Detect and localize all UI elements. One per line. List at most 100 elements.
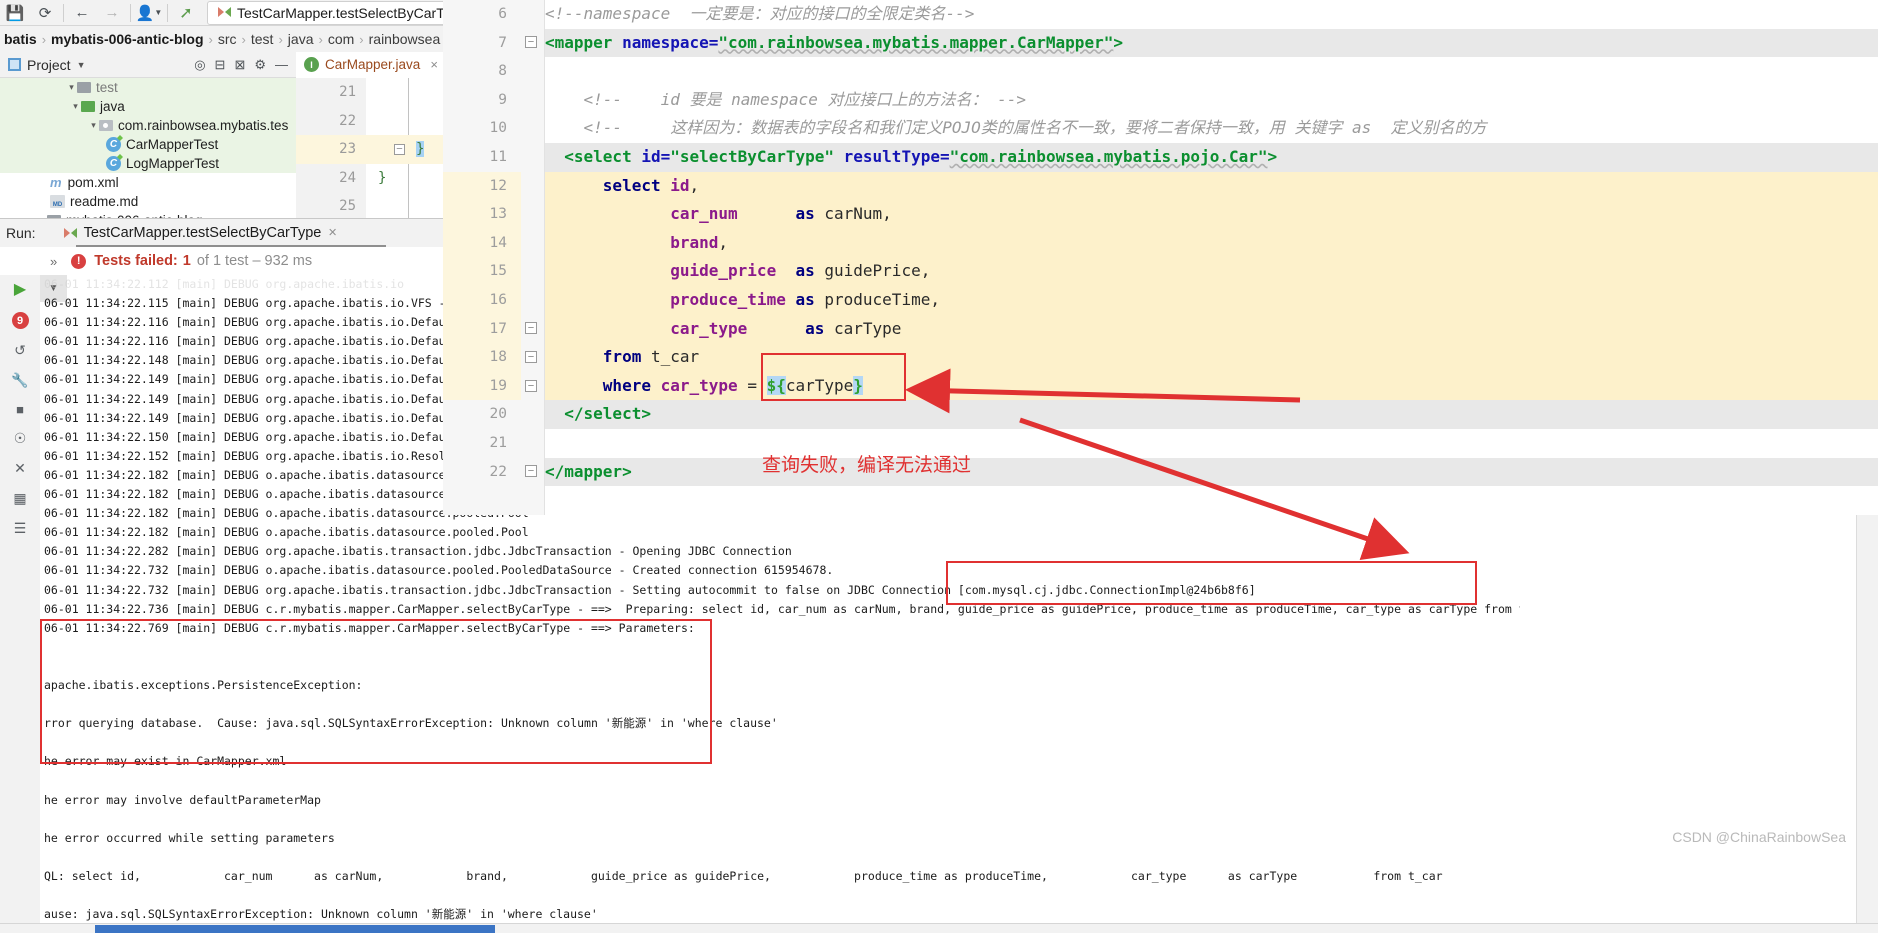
fold-marker-icon[interactable]: – [394,144,405,155]
user-icon[interactable]: 👤▼ [134,1,164,25]
xml-attribute: namespace= [622,33,718,52]
pin-icon[interactable]: ☰ [14,520,27,537]
ide-window: 💾 ⟳ ← → 👤▼ ➚ TestCarMapper.testSelectByC… [0,0,1878,933]
collapse-all-icon[interactable]: ⊠ [234,57,245,73]
fold-marker-icon[interactable]: – [525,465,537,477]
toolbar-divider-2 [130,4,131,22]
close-icon[interactable]: × [430,57,438,72]
markdown-icon: MD [50,195,65,208]
grid-icon[interactable]: ▦ [13,490,26,507]
rerun-icon[interactable]: ▶ [14,279,26,299]
tree-item-logmappertest[interactable]: C LogMapperTest [0,154,296,173]
update-icon[interactable]: ➚ [171,1,201,25]
expand-icon[interactable]: » [0,254,57,269]
folder-icon [77,82,91,93]
code-line-17: car_type as carType [545,315,1878,344]
line-number: 22 [443,458,521,487]
run-configuration-selector[interactable]: TestCarMapper.testSelectByCarType [207,1,478,25]
breadcrumb-item-0[interactable]: batis [0,31,41,47]
status-bar [0,923,1878,933]
breadcrumb-item-3[interactable]: test [247,31,278,47]
back-arrow-icon[interactable]: ← [67,1,97,25]
breadcrumb-item-6[interactable]: rainbowsea [365,31,445,47]
xml-editor-code[interactable]: <!--namespace 一定要是：对应的接口的全限定类名--> <mappe… [545,0,1878,515]
breadcrumb-item-4[interactable]: java [284,31,318,47]
project-icon [8,58,21,71]
java-class-icon: C [106,137,121,152]
run-configuration-label: TestCarMapper.testSelectByCarType [237,5,467,21]
line-number: 22 [296,107,366,136]
tree-item-test[interactable]: ▾ test [0,78,296,97]
code-line-14: brand, [545,229,1878,258]
chevron-down-icon[interactable]: ▼ [77,60,86,70]
console-spacer [44,771,1520,790]
tree-label: LogMapperTest [126,156,219,171]
progress-bar [95,925,495,933]
breadcrumb-item-1[interactable]: mybatis-006-antic-blog [47,31,207,47]
tree-item-java[interactable]: ▾ java [0,97,296,116]
xml-fold-column[interactable]: – – – – – [521,0,545,515]
code-line-18: from t_car [545,343,1878,372]
close-icon[interactable]: ✕ [14,460,26,477]
tree-item-package[interactable]: ▾ com.rainbowsea.mybatis.tes [0,116,296,135]
console-spacer [44,810,1520,829]
tree-item-readme[interactable]: MD readme.md [0,192,296,211]
xml-tag-close: > [1113,33,1123,52]
chevron-down-icon[interactable]: ▾ [88,120,99,131]
refresh-icon[interactable]: ⟳ [30,1,60,25]
fold-marker-icon[interactable]: – [525,380,537,392]
forward-arrow-icon[interactable]: → [97,1,127,25]
breadcrumb-item-5[interactable]: com [324,31,358,47]
code-line-8 [545,57,1878,86]
tree-item-module[interactable]: ▾ mybatis-006-antic-blog [0,211,296,218]
fold-marker-icon[interactable]: – [525,351,537,363]
line-number: 23 [296,135,366,164]
hide-panel-icon[interactable]: — [275,57,288,72]
line-number: 9 [443,86,521,115]
java-class-icon: C [106,156,121,171]
xml-editor[interactable]: 6 7 8 9 10 11 12 13 14 15 16 17 18 19 20… [443,0,1878,515]
run-tab[interactable]: TestCarMapper.testSelectByCarType × [64,225,337,241]
chevron-down-icon[interactable]: ▾ [66,82,77,93]
xml-attribute-value: "com.rainbowsea.mybatis.mapper.CarMapper… [718,33,1113,52]
stop-icon[interactable]: ■ [16,402,24,417]
tree-label: test [96,80,118,95]
code-line-13: car_num as carNum, [545,200,1878,229]
tab-carmapper-java[interactable]: I CarMapper.java × [296,52,446,78]
save-icon[interactable]: 💾 [0,1,30,25]
annotation-box-param [761,353,906,401]
tree-item-pom[interactable]: m pom.xml [0,173,296,192]
xml-comment: <!--namespace 一定要是：对应的接口的全限定类名--> [545,4,974,23]
console-spacer [44,886,1520,905]
project-panel-title: Project [27,57,71,73]
closing-brace: } [378,170,386,186]
camera-icon[interactable]: ☉ [14,430,27,447]
locate-icon[interactable]: ◎ [194,57,205,73]
annotation-box-error [40,619,712,764]
project-tree[interactable]: ▾ test ▾ java ▾ com.rainbowsea.mybatis.t… [0,78,296,218]
code-line-15: guide_price as guidePrice, [545,257,1878,286]
console-line: 06-01 11:34:22.282 [main] DEBUG org.apac… [44,542,1520,561]
fold-marker-icon[interactable]: – [525,36,537,48]
tests-failed-count: 1 [183,253,191,269]
code-line-12: select id, [545,172,1878,201]
toolbar-divider-3 [167,4,168,22]
tree-label: pom.xml [68,175,119,190]
line-number: 15 [443,257,521,286]
line-number: 12 [443,172,521,201]
fold-marker-icon[interactable]: – [525,322,537,334]
xml-editor-gutter: 6 7 8 9 10 11 12 13 14 15 16 17 18 19 20… [443,0,521,515]
error-count-badge[interactable]: 9 [12,312,29,329]
run-tab-label: TestCarMapper.testSelectByCarType [84,225,322,241]
tree-item-carmappertest[interactable]: C CarMapperTest [0,135,296,154]
breadcrumb-item-2[interactable]: src [214,31,241,47]
wrench-icon[interactable]: 🔧 [11,372,28,389]
close-icon[interactable]: × [328,225,336,241]
right-tool-rail: Notifications [1856,515,1878,933]
expand-all-icon[interactable]: ⊟ [215,57,226,73]
line-number: 19 [443,372,521,401]
rerun-failed-icon[interactable]: ↺ [14,342,26,359]
chevron-down-icon[interactable]: ▾ [70,101,81,112]
error-line: he error occurred while setting paramete… [44,829,1520,848]
settings-gear-icon[interactable]: ⚙ [254,57,266,73]
